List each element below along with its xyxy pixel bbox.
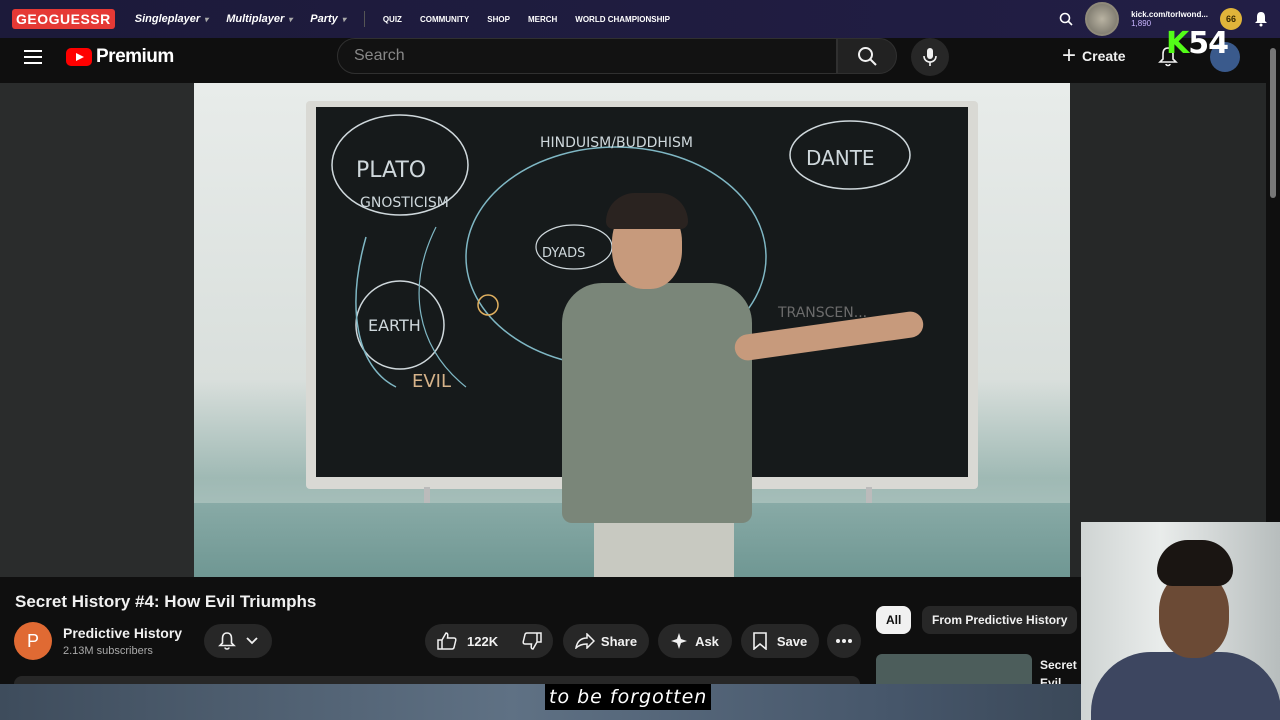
- streamer-hair: [1157, 540, 1233, 586]
- more-horizontal-icon: [836, 639, 852, 643]
- video-title: Secret History #4: How Evil Triumphs: [15, 592, 317, 611]
- like-button[interactable]: 122K: [425, 632, 510, 650]
- channel-avatar[interactable]: P: [14, 622, 52, 660]
- more-actions-button[interactable]: [827, 624, 861, 658]
- kick-logo-icon: K: [1166, 26, 1189, 61]
- chevron-down-icon: ▾: [341, 15, 346, 24]
- search-placeholder: Search: [354, 47, 405, 64]
- geoguessr-account: kick.com/torlwond... 1,890 66: [1059, 0, 1268, 38]
- subscriber-count: 2.13M subscribers: [63, 645, 153, 657]
- thumbs-up-icon: [437, 632, 457, 650]
- plus-icon: +: [1062, 42, 1077, 69]
- youtube-logo[interactable]: Premium: [66, 46, 174, 68]
- recommendation-thumbnail[interactable]: [876, 654, 1032, 684]
- kick-count: 54: [1188, 26, 1229, 61]
- nav-merch[interactable]: MERCH: [528, 15, 557, 24]
- geoguessr-bar: GEOGUESSR Singleplayer ▾ Multiplayer ▾ Par…: [0, 0, 1280, 38]
- search-input[interactable]: Search: [337, 38, 837, 74]
- channel-name[interactable]: Predictive History: [63, 625, 182, 641]
- share-label: Share: [600, 633, 638, 649]
- share-button[interactable]: Share: [563, 624, 649, 658]
- youtube-premium-label: Premium: [96, 46, 174, 67]
- voice-search-button[interactable]: [911, 38, 949, 76]
- geoguessr-nav: Singleplayer ▾ Multiplayer ▾ Party ▾ QUIZ C…: [135, 11, 670, 27]
- microphone-icon: [923, 48, 937, 66]
- youtube-header: Premium Search + Create: [0, 38, 1280, 76]
- chevron-down-icon: ▾: [204, 15, 209, 24]
- lecturer-hair: [606, 193, 688, 229]
- board-word-dante: DANTE: [806, 146, 875, 170]
- bell-icon: [218, 632, 236, 650]
- dislike-button[interactable]: [510, 632, 554, 650]
- streamer-webcam: [1081, 522, 1280, 720]
- nav-world-championship[interactable]: WORLD CHAMPIONSHIP: [575, 15, 670, 24]
- create-label: Create: [1082, 48, 1126, 64]
- thumbs-down-icon: [522, 632, 542, 650]
- kick-follower-counter: K54: [1166, 26, 1229, 61]
- like-dislike-group: 122K: [425, 624, 553, 658]
- like-count: 122K: [467, 633, 499, 649]
- nav-multiplayer[interactable]: Multiplayer ▾: [226, 13, 292, 25]
- board-word-gnosticism: GNOSTICISM: [360, 195, 449, 211]
- board-word-plato: PLATO: [356, 158, 426, 183]
- chip-from-channel[interactable]: From Predictive History: [922, 606, 1078, 634]
- live-caption: to be forgotten: [545, 684, 712, 710]
- scrollbar-thumb[interactable]: [1270, 48, 1276, 198]
- geoguessr-username: kick.com/torlwond...: [1131, 10, 1208, 19]
- description-box[interactable]: [14, 676, 860, 684]
- sparkle-icon: [671, 633, 688, 649]
- notification-bell-icon[interactable]: [1254, 11, 1268, 27]
- recommendation-title[interactable]: Secret Evil: [1040, 656, 1080, 686]
- player-letterbox-left: [0, 83, 194, 577]
- nav-quiz[interactable]: QUIZ: [383, 15, 402, 24]
- subscribed-notifications-button[interactable]: [204, 624, 272, 658]
- search-button[interactable]: [837, 38, 897, 74]
- nav-party[interactable]: Party ▾: [310, 13, 346, 25]
- board-word-hinduism-buddhism: HINDUISM/BUDDHISM: [540, 135, 693, 151]
- lecturer-body: [562, 283, 752, 523]
- board-word-earth: EARTH: [368, 316, 421, 335]
- player-letterbox-right: [1070, 83, 1266, 577]
- video-player[interactable]: PLATO GNOSTICISM HINDUISM/BUDDHISM DANTE…: [194, 83, 1070, 577]
- streamer-shirt: [1091, 652, 1280, 720]
- hamburger-menu-icon[interactable]: [24, 50, 42, 64]
- share-arrow-icon: [574, 633, 595, 649]
- nav-community[interactable]: COMMUNITY: [420, 15, 469, 24]
- nav-singleplayer[interactable]: Singleplayer ▾: [135, 13, 208, 25]
- bookmark-icon: [753, 632, 767, 650]
- board-word-dyads: DYADS: [542, 246, 585, 261]
- geoguessr-avatar[interactable]: [1085, 2, 1120, 36]
- chevron-down-icon: [246, 637, 258, 645]
- geoguessr-logo[interactable]: GEOGUESSR: [12, 9, 115, 29]
- board-word-evil: EVIL: [412, 371, 451, 392]
- ask-label: Ask: [695, 633, 719, 649]
- chevron-down-icon: ▾: [288, 15, 293, 24]
- chip-all[interactable]: All: [876, 606, 912, 634]
- ask-button[interactable]: Ask: [658, 624, 732, 658]
- lecturer-legs: [594, 523, 734, 577]
- save-button[interactable]: Save: [741, 624, 819, 658]
- nav-divider: [363, 11, 365, 27]
- youtube-play-icon: [66, 48, 92, 66]
- search-icon[interactable]: [1059, 12, 1073, 26]
- nav-shop[interactable]: SHOP: [487, 15, 510, 24]
- create-button[interactable]: + Create: [1062, 38, 1126, 74]
- save-label: Save: [776, 633, 808, 649]
- search-icon: [858, 47, 877, 66]
